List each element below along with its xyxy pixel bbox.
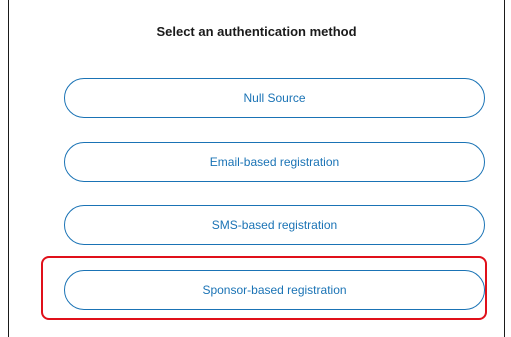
button-label: Null Source [243,91,306,105]
button-label: SMS-based registration [211,218,338,232]
page-title: Select an authentication method [156,24,357,39]
email-registration-button[interactable]: Email-based registration [64,142,485,182]
sms-registration-button[interactable]: SMS-based registration [64,205,485,245]
null-source-button[interactable]: Null Source [64,78,485,118]
button-label: Sponsor-based registration [202,283,347,297]
sponsor-registration-button[interactable]: Sponsor-based registration [64,270,485,310]
auth-method-panel: Select an authentication method Null Sou… [8,0,505,337]
button-label: Email-based registration [209,155,340,169]
